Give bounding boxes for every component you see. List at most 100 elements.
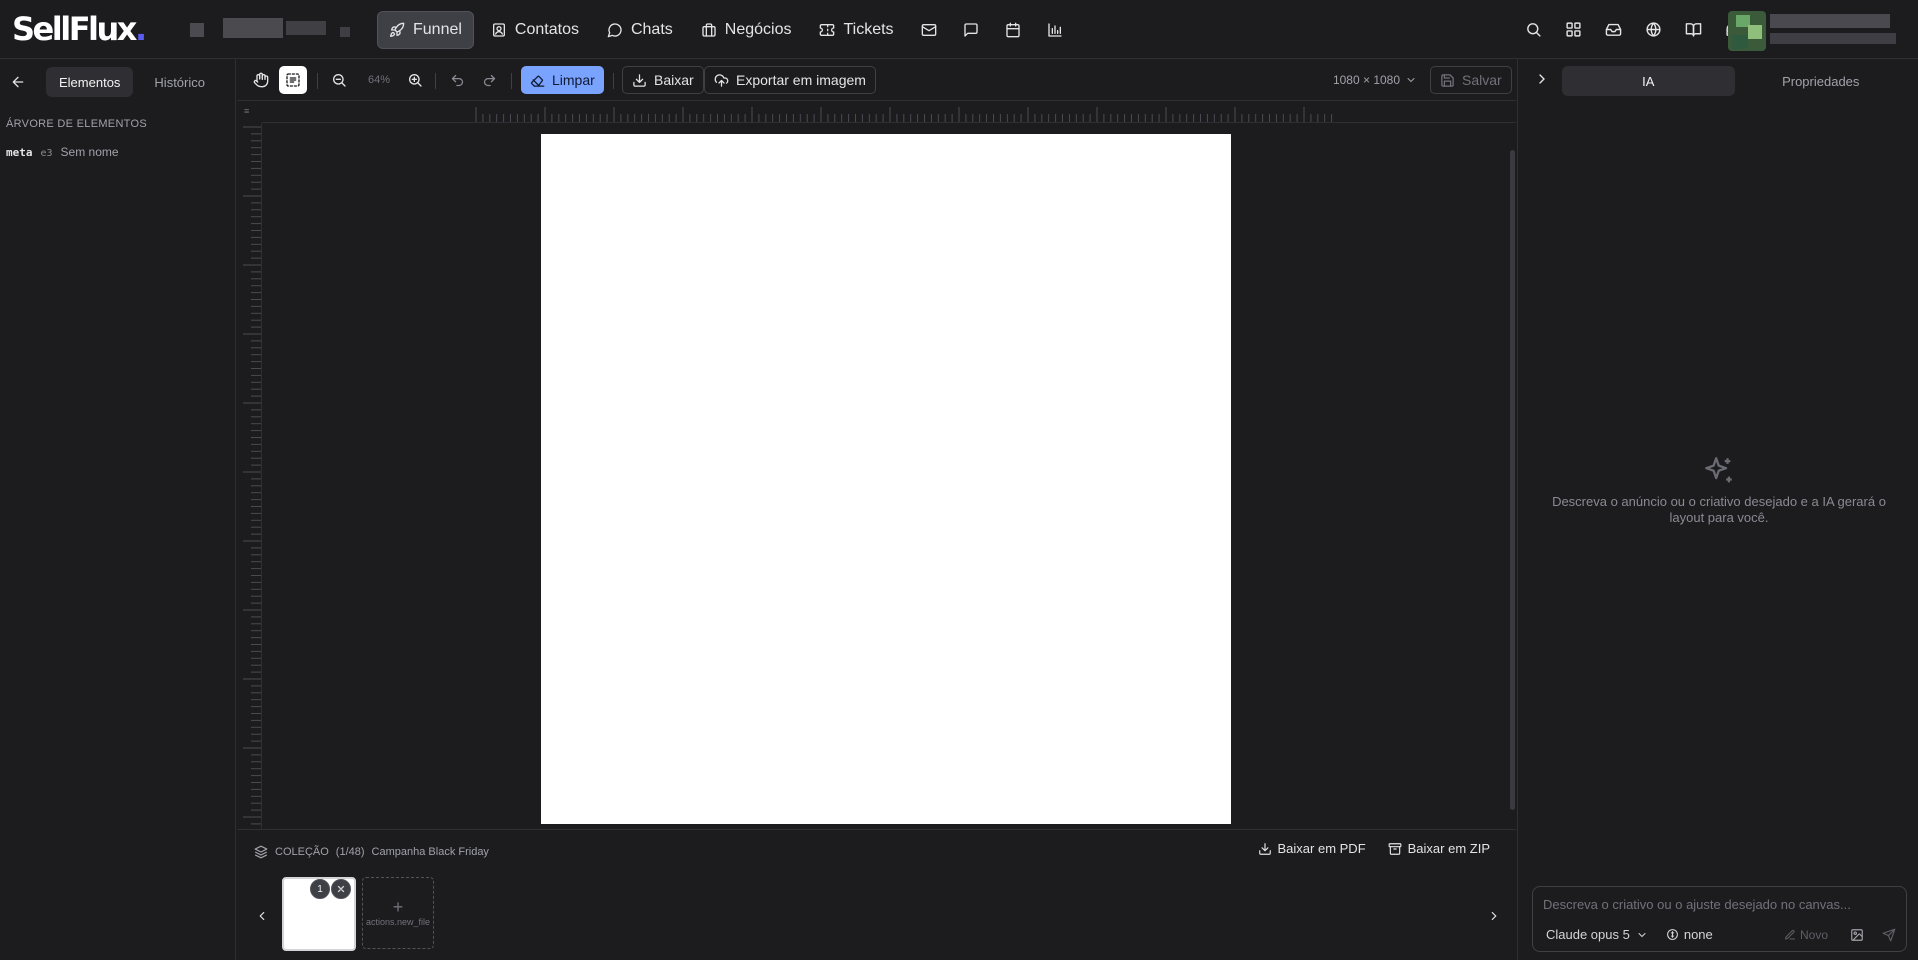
new-chat-label: Novo — [1799, 927, 1828, 942]
hand-tool-button[interactable] — [247, 66, 275, 94]
chevron-down-icon — [1636, 929, 1648, 941]
tree-node-id: e3 — [40, 148, 53, 159]
vertical-ruler[interactable] — [237, 123, 262, 829]
download-zip-label: Baixar em ZIP — [1407, 841, 1490, 856]
redo-icon — [482, 73, 497, 88]
export-image-button[interactable]: Exportar em imagem — [704, 66, 876, 94]
sellflux-logo[interactable]: SellFlux. — [12, 11, 147, 47]
avatar[interactable] — [1728, 11, 1766, 51]
undo-button[interactable] — [443, 66, 471, 94]
calendar-icon[interactable] — [995, 11, 1031, 49]
download-button-label: Baixar — [654, 72, 694, 88]
download-button[interactable]: Baixar — [622, 66, 704, 94]
ai-prompt-box: Claude opus 5 none Novo — [1532, 886, 1907, 952]
ai-prompt-input[interactable] — [1543, 895, 1893, 913]
nav-tickets-label: Tickets — [843, 21, 894, 38]
artboard[interactable] — [541, 134, 1231, 824]
mode-select-label: none — [1683, 927, 1713, 942]
apps-grid-icon[interactable] — [1560, 15, 1586, 43]
tree-node-tag: meta — [6, 146, 33, 159]
nav-chats[interactable]: Chats — [596, 11, 684, 49]
send-icon — [1882, 928, 1896, 942]
mode-select[interactable]: none — [1666, 927, 1713, 942]
eraser-icon — [530, 73, 545, 88]
nav-contatos[interactable]: Contatos — [480, 11, 590, 49]
horizontal-ruler[interactable] — [262, 101, 1516, 123]
tab-ia[interactable]: IA — [1562, 66, 1735, 96]
canvas-scrollbar[interactable] — [1510, 150, 1515, 810]
plus-icon: + — [392, 897, 404, 917]
nav-negocios[interactable]: Negócios — [690, 11, 803, 49]
workspace-selector[interactable] — [180, 13, 352, 47]
collection-header: COLEÇÃO (1/48) Campanha Black Friday — [254, 845, 489, 859]
new-chat-button[interactable]: Novo — [1784, 928, 1828, 942]
search-icon[interactable] — [1520, 15, 1546, 43]
zoom-level: 64% — [367, 74, 391, 86]
canvas-size-select[interactable]: 1080 × 1080 — [1330, 66, 1420, 94]
canvas-toolbar: 64% Limpar Baixar Exportar em imagem 108… — [237, 59, 1516, 101]
rocket-icon — [389, 22, 405, 38]
download-pdf-label: Baixar em PDF — [1277, 841, 1366, 856]
clear-button[interactable]: Limpar — [521, 66, 604, 94]
prev-page-button[interactable] — [255, 909, 269, 923]
toolbar-divider — [511, 73, 512, 89]
page-number-badge: 1 — [310, 879, 330, 899]
save-icon — [1440, 73, 1455, 88]
zoom-out-button[interactable] — [325, 66, 353, 94]
remove-page-button[interactable] — [331, 879, 351, 899]
left-panel-tabs: Elementos Histórico — [10, 67, 218, 97]
edit-icon — [1784, 929, 1796, 941]
chevron-down-icon — [1405, 74, 1417, 86]
nav-funnel[interactable]: Funnel — [377, 11, 474, 49]
tree-node[interactable]: meta e3 Sem nome — [6, 145, 119, 159]
collection-count: (1/48) — [335, 846, 365, 858]
bar-chart-icon[interactable] — [1037, 11, 1073, 49]
page-thumbnail[interactable]: 1 — [282, 877, 356, 951]
book-icon[interactable] — [1680, 15, 1706, 43]
new-file-button[interactable]: + actions.new_file — [362, 877, 434, 949]
back-arrow-icon[interactable] — [10, 74, 26, 90]
canvas-size-label: 1080 × 1080 — [1332, 73, 1401, 87]
nav-chats-label: Chats — [630, 21, 673, 38]
tab-propriedades[interactable]: Propriedades — [1735, 66, 1908, 96]
ruler-corner: ≡ — [244, 106, 250, 116]
message-square-icon[interactable] — [953, 11, 989, 49]
select-tool-button[interactable] — [279, 66, 307, 94]
inbox-icon[interactable] — [1600, 15, 1626, 43]
globe-icon[interactable] — [1640, 15, 1666, 43]
mail-icon[interactable] — [911, 11, 947, 49]
collection-bar: COLEÇÃO (1/48) Campanha Black Friday Bai… — [237, 829, 1516, 960]
download-icon — [1258, 842, 1272, 856]
right-panel: IA Propriedades Descreva o anúncio ou o … — [1517, 59, 1918, 960]
model-select-label: Claude opus 5 — [1546, 927, 1630, 942]
redo-button[interactable] — [475, 66, 503, 94]
nav-tickets[interactable]: Tickets — [808, 11, 904, 49]
tab-elementos[interactable]: Elementos — [46, 67, 134, 97]
download-pdf-button[interactable]: Baixar em PDF — [1258, 841, 1366, 856]
next-page-button[interactable] — [1487, 909, 1501, 923]
select-box-icon — [285, 72, 301, 88]
sparkles-icon — [1538, 454, 1900, 488]
cloud-upload-icon — [714, 73, 729, 88]
attach-image-button[interactable] — [1850, 928, 1864, 942]
collection-actions: Baixar em PDF Baixar em ZIP — [1258, 841, 1490, 856]
model-select[interactable]: Claude opus 5 — [1546, 927, 1648, 942]
zoom-in-icon — [407, 72, 423, 88]
user-menu[interactable] — [1770, 12, 1898, 46]
download-zip-button[interactable]: Baixar em ZIP — [1388, 841, 1490, 856]
ticket-icon — [819, 22, 835, 38]
zoom-in-button[interactable] — [401, 66, 429, 94]
collapse-panel-button[interactable] — [1534, 71, 1550, 87]
left-panel: Elementos Histórico ÁRVORE DE ELEMENTOS … — [0, 59, 236, 960]
collection-name: Campanha Black Friday — [371, 846, 489, 858]
save-button[interactable]: Salvar — [1430, 66, 1512, 94]
save-button-label: Salvar — [1462, 72, 1502, 88]
hand-icon — [253, 72, 269, 88]
send-button[interactable] — [1882, 928, 1896, 942]
right-panel-tabs: IA Propriedades — [1562, 66, 1907, 96]
top-bar: SellFlux. Funnel Contatos Chats Negócios… — [0, 0, 1918, 59]
undo-icon — [450, 73, 465, 88]
toolbar-divider — [613, 73, 614, 89]
tab-historico[interactable]: Histórico — [141, 67, 218, 97]
zoom-out-icon — [331, 72, 347, 88]
